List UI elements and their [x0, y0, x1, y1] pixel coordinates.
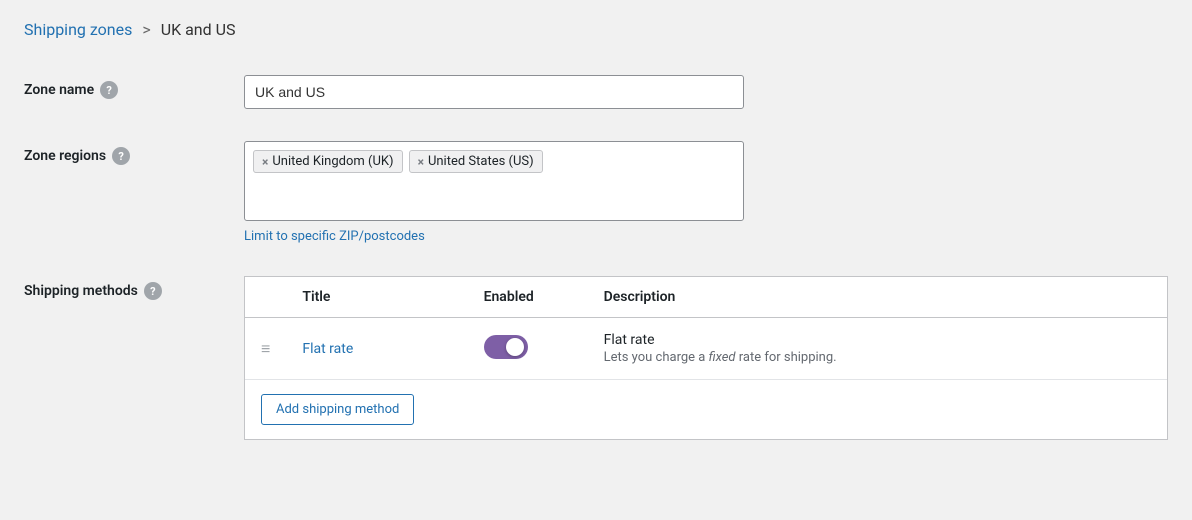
method-enabled-cell [468, 318, 588, 380]
methods-table: Title Enabled Description ≡ Flat rate [245, 277, 1167, 439]
breadcrumb-current: UK and US [161, 20, 236, 39]
zone-name-label: Zone name [24, 82, 94, 98]
method-description-title: Flat rate [604, 332, 1151, 348]
add-method-row: Add shipping method [245, 380, 1167, 440]
shipping-methods-row: Shipping methods ? Title Enabled Descrip… [24, 260, 1168, 456]
tag-us-label: United States (US) [428, 154, 534, 169]
zone-name-field [244, 75, 1168, 109]
zone-name-input[interactable] [244, 75, 744, 109]
method-name-link[interactable]: Flat rate [302, 341, 353, 357]
shipping-methods-label-cell: Shipping methods ? [24, 276, 244, 300]
tag-uk-label: United Kingdom (UK) [272, 154, 393, 169]
zone-regions-row: Zone regions ? × United Kingdom (UK) × U… [24, 125, 1168, 260]
shipping-methods-help-icon[interactable]: ? [144, 282, 162, 300]
col-drag [245, 277, 286, 318]
breadcrumb-separator: > [142, 20, 150, 39]
regions-container: × United Kingdom (UK) × United States (U… [244, 141, 744, 244]
breadcrumb-link[interactable]: Shipping zones [24, 20, 132, 39]
drag-handle-cell: ≡ [245, 318, 286, 380]
zone-regions-label: Zone regions [24, 148, 106, 164]
tag-us-remove[interactable]: × [418, 156, 424, 168]
method-description-cell: Flat rate Lets you charge a fixed rate f… [588, 318, 1167, 380]
method-description-body: Lets you charge a fixed rate for shippin… [604, 350, 1151, 365]
methods-header-row: Title Enabled Description [245, 277, 1167, 318]
methods-table-body: ≡ Flat rate [245, 318, 1167, 440]
toggle-thumb [506, 338, 524, 356]
page-container: Shipping zones > UK and US Zone name ? Z… [0, 0, 1192, 476]
zone-regions-field: × United Kingdom (UK) × United States (U… [244, 141, 1168, 244]
tags-row: × United Kingdom (UK) × United States (U… [253, 150, 735, 173]
table-row: ≡ Flat rate [245, 318, 1167, 380]
zone-name-row: Zone name ? [24, 59, 1168, 125]
shipping-methods-label: Shipping methods [24, 283, 138, 299]
col-description-header: Description [588, 277, 1167, 318]
toggle-track [484, 335, 528, 359]
zone-regions-help-icon[interactable]: ? [112, 147, 130, 165]
breadcrumb: Shipping zones > UK and US [24, 20, 1168, 39]
methods-table-head: Title Enabled Description [245, 277, 1167, 318]
methods-table-container: Title Enabled Description ≡ Flat rate [244, 276, 1168, 440]
zone-name-help-icon[interactable]: ? [100, 81, 118, 99]
method-name-cell: Flat rate [286, 318, 467, 380]
add-shipping-method-button[interactable]: Add shipping method [261, 394, 414, 425]
zone-regions-label-cell: Zone regions ? [24, 141, 244, 165]
tag-us: × United States (US) [409, 150, 543, 173]
regions-box[interactable]: × United Kingdom (UK) × United States (U… [244, 141, 744, 221]
shipping-methods-field: Title Enabled Description ≡ Flat rate [244, 276, 1168, 440]
col-title-header: Title [286, 277, 467, 318]
limit-link[interactable]: Limit to specific ZIP/postcodes [244, 229, 425, 244]
tag-uk: × United Kingdom (UK) [253, 150, 403, 173]
tag-uk-remove[interactable]: × [262, 156, 268, 168]
col-enabled-header: Enabled [468, 277, 588, 318]
add-method-cell: Add shipping method [245, 380, 1167, 440]
zone-name-label-cell: Zone name ? [24, 75, 244, 99]
drag-handle-icon[interactable]: ≡ [261, 339, 270, 358]
method-toggle[interactable] [484, 335, 528, 359]
